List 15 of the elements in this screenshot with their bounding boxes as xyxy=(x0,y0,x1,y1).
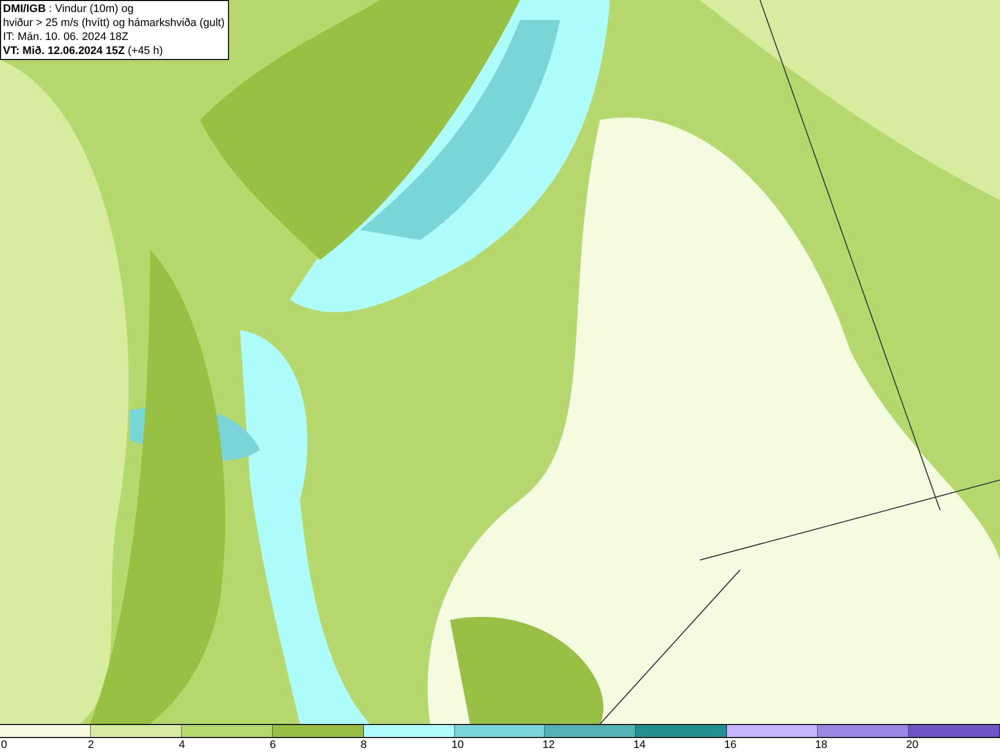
info-line: VT: Mið. 12.06.2024 15Z (+45 h) xyxy=(3,44,164,58)
scale-label: 4 xyxy=(178,738,185,752)
scale-label: 14 xyxy=(633,738,646,752)
scale-label: 2 xyxy=(88,738,94,752)
scale-label: 12 xyxy=(542,738,555,752)
scale-label: 0 xyxy=(1,738,8,752)
scale-label: 16 xyxy=(724,738,737,752)
scale-label: 10 xyxy=(452,738,464,752)
scale-label: 8 xyxy=(360,738,367,752)
scale-label: 6 xyxy=(270,738,276,752)
scale-label: 20 xyxy=(906,738,918,752)
info-line: IT: Mán. 10. 06. 2024 18Z xyxy=(3,30,130,44)
info-line: hviður > 25 m/s (hvítt) og hámarkshviða (gult) xyxy=(3,16,226,30)
info-line: DMI/IGB : Vindur (10m) og xyxy=(3,2,135,16)
scale-label: 18 xyxy=(815,738,828,752)
